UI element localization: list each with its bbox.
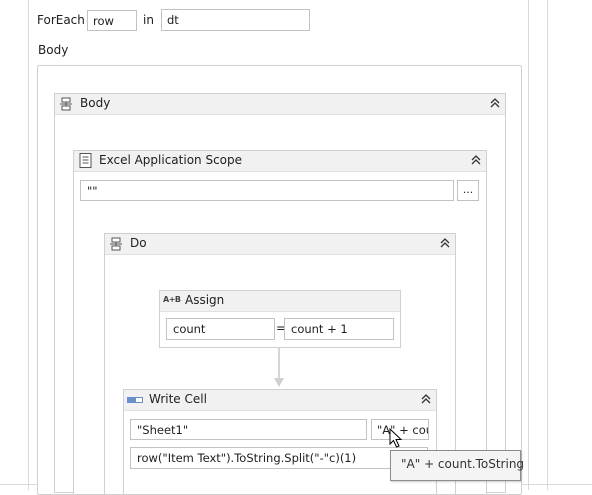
write-cell-header: Write Cell <box>124 390 436 411</box>
mouse-cursor-icon <box>389 428 403 448</box>
workbook-path-input[interactable]: "" <box>80 180 454 201</box>
do-sequence-header: Do <box>105 234 455 255</box>
canvas-left-border <box>28 0 29 490</box>
collapse-icon[interactable] <box>439 237 451 249</box>
collapse-icon[interactable] <box>489 97 501 109</box>
connector-arrow-icon <box>274 348 284 387</box>
write-cell-title: Write Cell <box>149 392 207 406</box>
sheet-name-input[interactable]: "Sheet1" <box>130 419 367 440</box>
foreach-item-input[interactable]: row <box>87 10 137 31</box>
excel-scope-icon <box>79 153 92 168</box>
foreach-collection-input[interactable]: dt <box>161 9 310 31</box>
assign-title: Assign <box>185 293 225 307</box>
browse-button[interactable]: ... <box>457 180 479 201</box>
collapse-icon[interactable] <box>420 393 432 405</box>
foreach-label: ForEach <box>37 13 85 27</box>
do-sequence-title: Do <box>130 236 147 250</box>
in-label: in <box>143 13 154 27</box>
excel-scope-header: Excel Application Scope <box>74 151 486 172</box>
range-tooltip: "A" + count.ToString <box>390 450 524 481</box>
assign-icon: A+B <box>163 295 181 304</box>
write-cell-icon <box>127 397 143 403</box>
sequence-icon <box>60 97 72 111</box>
assign-to-input[interactable]: count <box>166 318 275 340</box>
scrollbar-track-line <box>547 0 548 490</box>
body-label: Body <box>38 43 69 57</box>
body-sequence-title: Body <box>80 96 111 110</box>
sequence-icon <box>110 237 122 251</box>
body-sequence-header: Body <box>55 94 505 115</box>
excel-scope-title: Excel Application Scope <box>99 153 243 167</box>
canvas-right-border <box>528 0 529 490</box>
collapse-icon[interactable] <box>470 154 482 166</box>
assign-header: A+B Assign <box>160 291 400 312</box>
cell-text-input[interactable]: row("Item Text").ToString.Split("-"c)(1) <box>130 447 428 469</box>
assign-value-input[interactable]: count + 1 <box>284 318 394 340</box>
